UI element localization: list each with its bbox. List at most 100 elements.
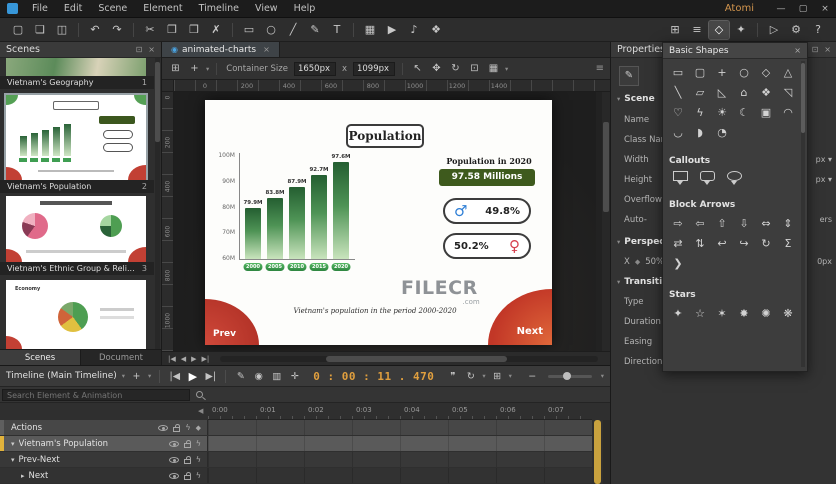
canvas-viewport[interactable]: Population 100M90M80M70M60M 79.9M200083.…	[174, 92, 596, 351]
slide-caption[interactable]: Vietnam's population in the period 2000-…	[260, 307, 490, 315]
preview-icon[interactable]: ▷	[764, 21, 784, 39]
save-icon[interactable]: ◫	[52, 21, 72, 39]
eye-icon[interactable]	[169, 441, 179, 447]
shape-icon[interactable]: +	[711, 63, 733, 83]
shape-icon[interactable]: ▱	[689, 83, 711, 103]
section-scene[interactable]: ▾ Scene	[617, 94, 655, 104]
star-icon[interactable]: ✸	[733, 304, 755, 324]
keyframe-icon[interactable]: ◆	[635, 258, 640, 266]
flash-icon[interactable]: ϟ	[196, 440, 201, 448]
chart-bar[interactable]	[333, 162, 349, 259]
audio-icon[interactable]: ♪	[404, 21, 424, 39]
canvas-horizontal-scrollbar[interactable]	[220, 356, 598, 362]
shape-icon[interactable]: ◗	[689, 123, 711, 143]
shape-icon[interactable]: ▭	[667, 63, 689, 83]
cut-icon[interactable]: ✂	[140, 21, 160, 39]
collapse-panel-icon[interactable]: ◀	[198, 407, 203, 415]
text-tool-icon[interactable]: T	[327, 21, 347, 39]
eye-icon[interactable]	[158, 425, 168, 431]
scene-label-row[interactable]: Vietnam's Population 2	[0, 180, 154, 193]
shape-icon[interactable]: ╲	[667, 83, 689, 103]
callout-rounded-icon[interactable]	[700, 171, 715, 181]
line-tool-icon[interactable]: ╱	[283, 21, 303, 39]
prev-button[interactable]: Prev	[205, 299, 259, 345]
next-button[interactable]: Next	[488, 289, 552, 345]
shape-icon[interactable]: ◹	[777, 83, 799, 103]
marquee-tool-icon[interactable]: ▦	[486, 63, 501, 74]
slide[interactable]: Population 100M90M80M70M60M 79.9M200083.…	[205, 100, 552, 345]
video-icon[interactable]: ▶	[382, 21, 402, 39]
menu-scene[interactable]: Scene	[90, 0, 135, 17]
shapes-scrollbar[interactable]	[801, 61, 805, 367]
paste-icon[interactable]: ❒	[184, 21, 204, 39]
chart-bar[interactable]	[267, 198, 283, 259]
chevron-down-icon[interactable]: ▾	[482, 372, 485, 380]
track-grid[interactable]	[208, 452, 592, 467]
shape-icon[interactable]: ϟ	[689, 103, 711, 123]
dock-icon[interactable]: ⊡	[136, 45, 143, 54]
last-scene-icon[interactable]: ▶|	[202, 355, 210, 363]
chevron-down-icon[interactable]: ▾	[206, 65, 209, 73]
skip-to-start-icon[interactable]: |◀	[168, 371, 181, 382]
track-row[interactable]: ▾Prev-Nextϟ	[0, 452, 592, 467]
chevron-down-icon[interactable]: ▾	[122, 372, 125, 380]
effects-icon[interactable]: ✦	[731, 21, 751, 39]
scene-thumbnail-population[interactable]	[6, 95, 146, 180]
population-badge[interactable]: 97.58 Millions	[439, 169, 535, 186]
more-options-icon[interactable]: ≡	[596, 63, 604, 74]
shape-icon[interactable]: ❖	[755, 83, 777, 103]
callout-rect-icon[interactable]	[673, 171, 688, 181]
flash-icon[interactable]: ϟ	[196, 472, 201, 480]
rect-tool-icon[interactable]: ▭	[239, 21, 259, 39]
shape-icon[interactable]: △	[777, 63, 799, 83]
copy-icon[interactable]: ❐	[162, 21, 182, 39]
eye-icon[interactable]	[169, 457, 179, 463]
chevron-down-icon[interactable]: ▾	[148, 372, 151, 380]
track-grid[interactable]	[208, 468, 592, 483]
block-arrow-icon[interactable]: ❯	[667, 254, 689, 274]
star-icon[interactable]: ✺	[755, 304, 777, 324]
timeline-vertical-scrollbar[interactable]	[594, 420, 601, 484]
block-arrow-icon[interactable]: Σ	[777, 234, 799, 254]
block-arrow-icon[interactable]: ⇩	[733, 214, 755, 234]
pen-icon[interactable]: ✎	[234, 371, 247, 382]
canvas-vertical-scrollbar[interactable]	[602, 92, 610, 351]
eye-icon[interactable]	[169, 473, 179, 479]
chevron-down-icon[interactable]: ▾	[509, 372, 512, 380]
shape-icon[interactable]: ○	[733, 63, 755, 83]
add-keyframe-icon[interactable]: ✛	[288, 371, 301, 382]
shape-icon[interactable]: ♡	[667, 103, 689, 123]
minimize-button[interactable]: —	[770, 0, 792, 18]
tab-close-icon[interactable]: ×	[263, 45, 270, 54]
group-icon[interactable]: ⊞	[665, 21, 685, 39]
container-width-input[interactable]	[294, 62, 336, 76]
redo-icon[interactable]: ↷	[107, 21, 127, 39]
scene-thumbnail-economy[interactable]: Economy	[6, 280, 146, 349]
image-icon[interactable]: ▦	[360, 21, 380, 39]
brand-link[interactable]: Atomi	[725, 3, 770, 14]
expander-icon[interactable]: ▾	[11, 440, 15, 448]
track-grid[interactable]	[208, 436, 592, 451]
track-row[interactable]: ▾Vietnam's Populationϟ	[0, 436, 592, 451]
block-arrow-icon[interactable]: ⇧	[711, 214, 733, 234]
callout-oval-icon[interactable]	[727, 171, 742, 181]
pointer-tool-icon[interactable]: ↖	[410, 63, 425, 74]
tab-document[interactable]: Document	[81, 350, 162, 365]
add-timeline-icon[interactable]: +	[130, 371, 143, 382]
edit-properties-icon[interactable]: ✎	[619, 66, 639, 86]
menu-file[interactable]: File	[24, 0, 56, 17]
shape-icon[interactable]: ▣	[755, 103, 777, 123]
zoom-out-icon[interactable]: −	[526, 371, 539, 382]
lock-icon[interactable]	[184, 475, 191, 480]
scene-thumbnail-ethnic[interactable]	[6, 196, 146, 262]
settings-icon[interactable]: ⚙	[786, 21, 806, 39]
help-icon[interactable]: ?	[808, 21, 828, 39]
pen-tool-icon[interactable]: ✎	[305, 21, 325, 39]
ellipse-tool-icon[interactable]: ○	[261, 21, 281, 39]
chart-bar[interactable]	[311, 175, 327, 259]
track-grid[interactable]	[208, 420, 592, 435]
shape-icon[interactable]: ◡	[667, 123, 689, 143]
container-height-input[interactable]	[353, 62, 395, 76]
slide-title-box[interactable]: Population	[346, 124, 424, 148]
comment-icon[interactable]: ❞	[446, 371, 459, 382]
